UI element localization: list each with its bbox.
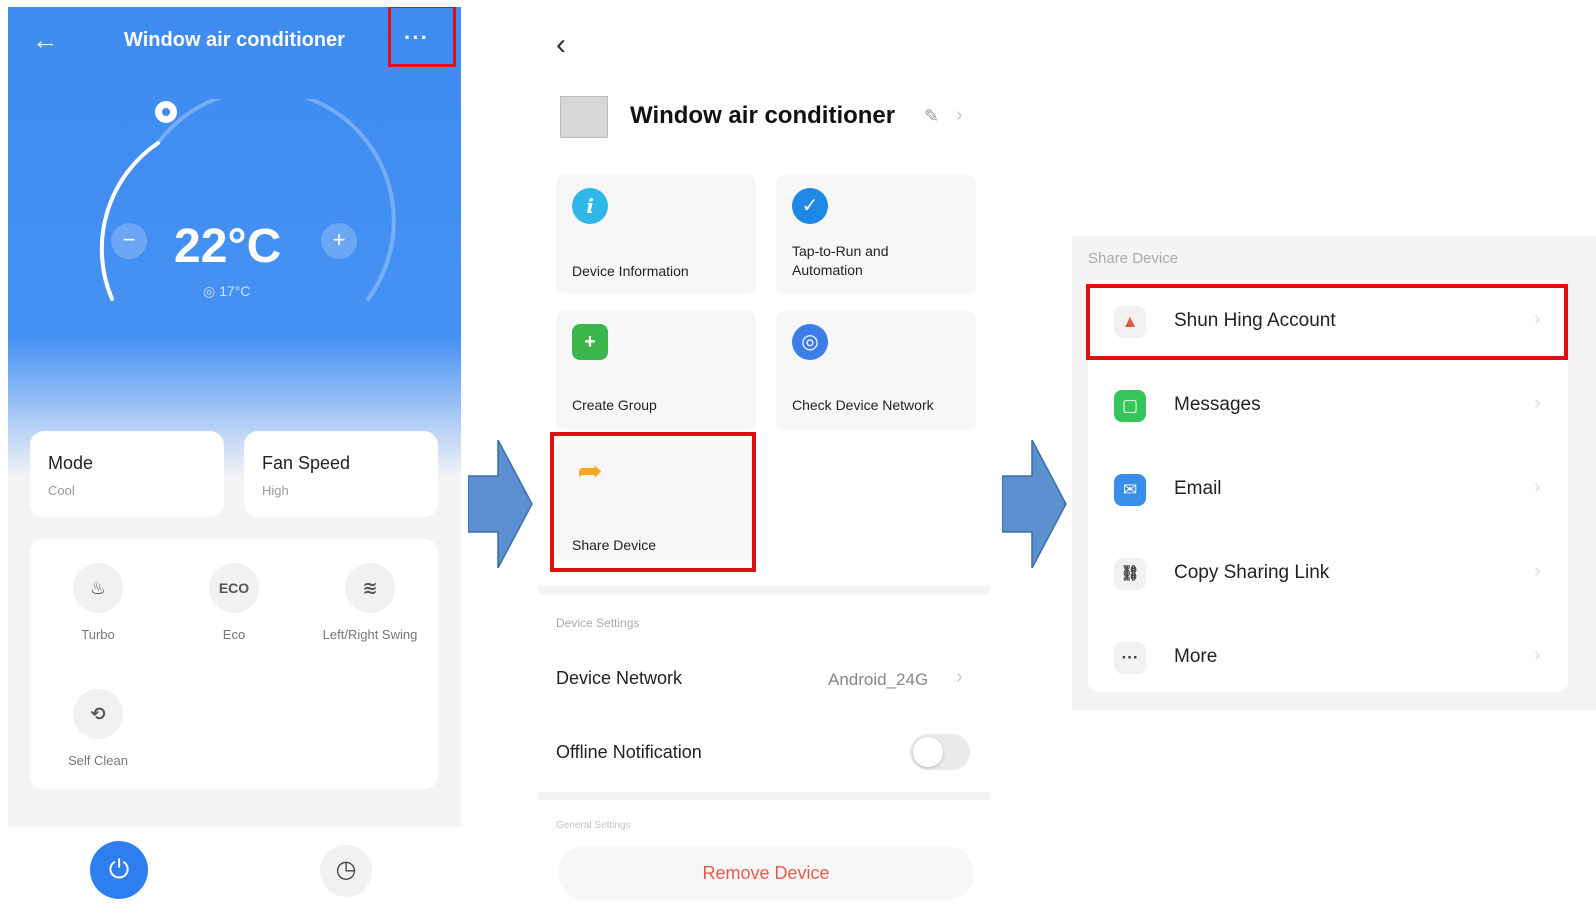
mode-title: Mode [48, 453, 94, 473]
highlight-box-shun-hing [1086, 284, 1568, 360]
increase-temp-button[interactable]: + [321, 223, 357, 259]
function-swing[interactable]: ≋ Left/Right Swing [302, 563, 438, 642]
ac-control-screen: ← Window air conditioner ··· − 22°C + ◎ … [8, 7, 461, 916]
device-thumbnail [560, 96, 608, 138]
arrow-right-icon [1002, 440, 1067, 568]
thermometer-icon: ◎ [203, 283, 216, 299]
share-option-email[interactable]: ✉ Email › [1088, 448, 1568, 532]
network-icon: ◎ [792, 324, 828, 360]
tile-label: Check Device Network [792, 397, 934, 413]
device-title: Window air conditioner [630, 102, 896, 129]
share-option-more[interactable]: ··· More › [1088, 616, 1568, 700]
offline-notification-label: Offline Notification [556, 742, 702, 762]
mode-card[interactable]: Mode Cool [30, 431, 224, 517]
messages-icon: ▢ [1114, 390, 1146, 422]
function-label: Eco [222, 627, 246, 642]
row-value: Android_24G [828, 670, 929, 689]
link-icon: ⛓ [1114, 558, 1146, 590]
row-label: Device Network [556, 668, 683, 688]
function-self-clean[interactable]: ⟲ Self Clean [30, 689, 166, 768]
tile-check-network[interactable]: ◎ Check Device Network [776, 310, 976, 430]
turbo-icon: ♨ [73, 563, 123, 613]
function-label: Left/Right Swing [322, 627, 418, 642]
self-clean-icon: ⟲ [73, 689, 123, 739]
share-option-label: Messages [1174, 394, 1261, 415]
function-label: Self Clean [68, 753, 128, 768]
chevron-right-icon: › [1534, 392, 1541, 414]
fan-speed-card[interactable]: Fan Speed High [244, 431, 438, 517]
function-label: Turbo [81, 627, 115, 642]
sheet-title: Share Device [1088, 250, 1179, 267]
divider [538, 792, 990, 800]
check-icon: ✓ [792, 188, 828, 224]
mode-value: Cool [48, 483, 75, 498]
chevron-left-icon[interactable]: ‹ [556, 28, 566, 62]
fan-speed-value: High [262, 483, 289, 498]
section-general-settings: General Settings [556, 820, 631, 831]
tile-create-group[interactable]: + Create Group [556, 310, 756, 430]
remove-device-button[interactable]: Remove Device [558, 846, 974, 900]
tile-label: Tap-to-Run and Automation [792, 243, 889, 278]
share-option-label: More [1174, 646, 1218, 667]
timer-button[interactable]: ◷ [320, 845, 372, 897]
tile-tap-to-run[interactable]: ✓ Tap-to-Run and Automation [776, 174, 976, 294]
chevron-right-icon: › [1534, 644, 1541, 666]
highlight-box-more [388, 7, 456, 67]
indoor-temperature-value: 17°C [219, 283, 251, 299]
highlight-box-share [550, 432, 756, 572]
fan-speed-title: Fan Speed [262, 453, 351, 473]
chevron-right-icon: › [1534, 560, 1541, 582]
indoor-temperature: ◎ 17°C [203, 283, 250, 300]
info-icon: i [572, 188, 608, 224]
function-turbo[interactable]: ♨ Turbo [30, 563, 166, 642]
chevron-right-icon[interactable]: › [956, 104, 963, 127]
divider [538, 586, 990, 594]
target-temperature: 22°C [174, 220, 282, 273]
tile-label: Create Group [572, 397, 657, 413]
offline-notification-toggle[interactable] [910, 734, 970, 770]
arrow-right-icon [468, 440, 533, 568]
decrease-temp-button[interactable]: − [111, 223, 147, 259]
share-device-sheet: Share Device ▲ Shun Hing Account › ▢ Mes… [1072, 236, 1596, 710]
share-option-label: Email [1174, 478, 1222, 499]
more-icon: ··· [1114, 642, 1146, 674]
edit-icon[interactable]: ✎ [924, 106, 939, 127]
device-settings-screen: ‹ Window air conditioner ✎ › i Device In… [538, 20, 990, 916]
eco-icon: ECO [209, 563, 259, 613]
tile-label: Device Information [572, 263, 689, 279]
toggle-knob [913, 737, 943, 767]
group-icon: + [572, 324, 608, 360]
row-device-network[interactable]: Device Network Android_24G › [538, 650, 990, 706]
chevron-right-icon: › [956, 666, 963, 688]
share-option-label: Copy Sharing Link [1174, 562, 1330, 583]
chevron-right-icon: › [1534, 476, 1541, 498]
email-icon: ✉ [1114, 474, 1146, 506]
share-option-copy-link[interactable]: ⛓ Copy Sharing Link › [1088, 532, 1568, 616]
share-option-messages[interactable]: ▢ Messages › [1088, 364, 1568, 448]
power-button[interactable]: ⏻ [90, 841, 148, 899]
tile-device-information[interactable]: i Device Information [556, 174, 756, 294]
section-device-settings: Device Settings [556, 616, 640, 630]
function-eco[interactable]: ECO Eco [166, 563, 302, 642]
swing-icon: ≋ [345, 563, 395, 613]
function-card: ♨ Turbo ECO Eco ≋ Left/Right Swing ⟲ Sel… [30, 539, 438, 789]
